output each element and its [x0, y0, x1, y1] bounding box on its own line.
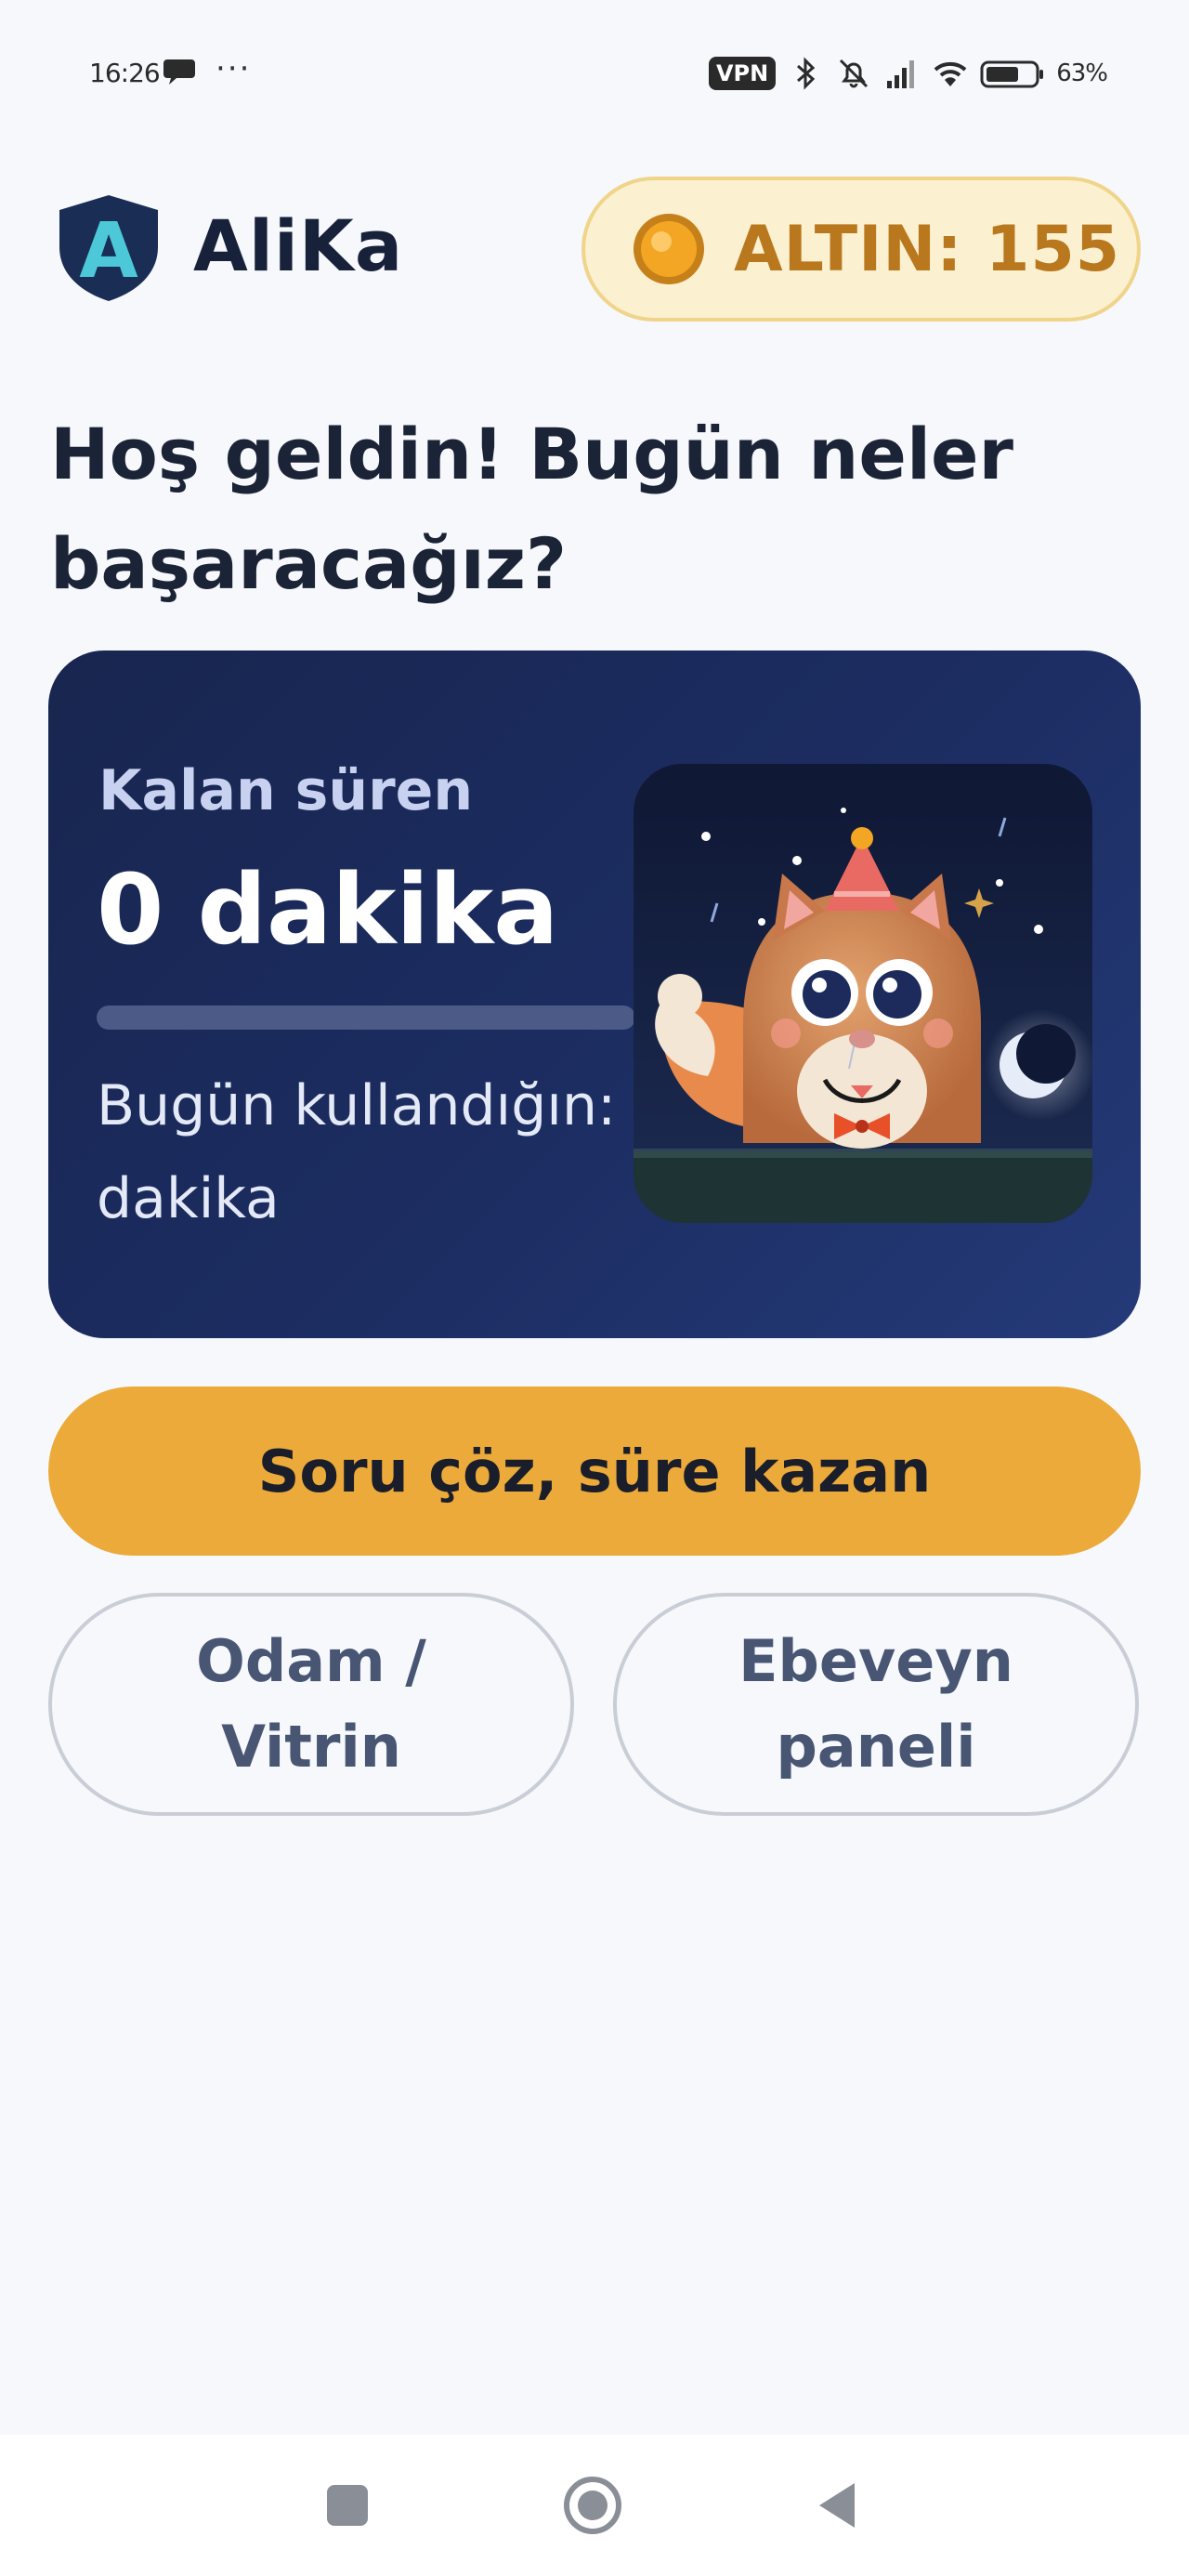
app-name: AliKa [193, 204, 404, 287]
welcome-title: Hoş geldin! Bugün neler başaracağız? [50, 413, 1014, 605]
solve-questions-button[interactable]: Soru çöz, süre kazan [48, 1387, 1141, 1556]
gold-balance-badge[interactable]: ALTIN: 155 [581, 177, 1141, 322]
room-showcase-label: Odam / Vitrin [196, 1627, 426, 1781]
coin-icon [634, 214, 704, 284]
chat-bubble-icon [163, 59, 195, 85]
home-screen: 16:26 ··· VPN 63% A AliKa ALTIN: 155 Hoş… [0, 0, 1189, 2576]
app-logo-icon: A [59, 195, 158, 301]
vpn-badge: VPN [708, 57, 777, 90]
time-card: Kalan süren 0 dakika Bugün kullandığın: … [48, 651, 1141, 1338]
remaining-time-value: 0 dakika [97, 853, 559, 966]
home-icon[interactable] [559, 2472, 626, 2539]
logo-letter: A [79, 207, 138, 296]
system-nav-bar [0, 2435, 1189, 2576]
status-icons: VPN 63% [708, 50, 1108, 97]
status-time: 16:26 [89, 58, 161, 88]
status-bar: 16:26 ··· VPN 63% [0, 0, 1189, 149]
gold-balance-label: ALTIN: 155 [734, 212, 1121, 286]
time-progress-bar [97, 1005, 635, 1030]
recents-icon[interactable] [314, 2472, 381, 2539]
remaining-time-label: Kalan süren [98, 758, 474, 823]
parent-panel-label: Ebeveyn paneli [738, 1627, 1013, 1781]
battery-icon [980, 60, 1044, 88]
battery-percent: 63% [1056, 59, 1108, 87]
used-time-label: Bugün kullandığın: 5 dakika [97, 1073, 670, 1231]
back-icon[interactable] [804, 2472, 871, 2539]
mute-icon [840, 59, 869, 88]
wifi-icon [934, 61, 967, 86]
bluetooth-icon [797, 57, 816, 90]
room-showcase-button[interactable]: Odam / Vitrin [48, 1593, 574, 1816]
fox-mascot-image [634, 764, 1092, 1223]
signal-icon [887, 60, 915, 88]
parent-panel-button[interactable]: Ebeveyn paneli [613, 1593, 1139, 1816]
more-dots: ··· [216, 50, 252, 87]
